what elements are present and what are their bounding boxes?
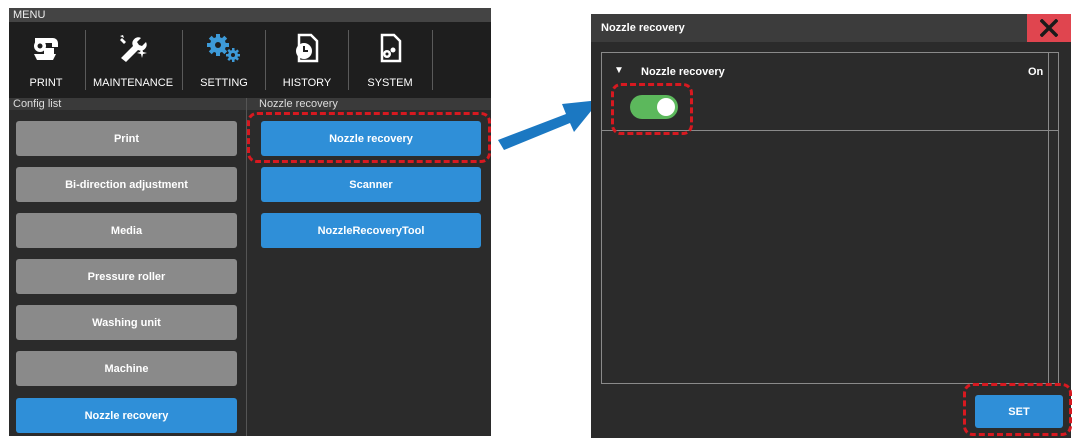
menu-item-setting-label: SETTING <box>200 77 248 89</box>
menu-title: MENU <box>13 9 46 21</box>
system-icon <box>350 30 430 66</box>
menu-item-history-label: HISTORY <box>282 77 332 89</box>
setting-row-state: On <box>1028 66 1044 78</box>
highlight-toggle <box>611 83 693 135</box>
menu-separator <box>265 30 266 90</box>
config-item-media[interactable]: Media <box>16 213 237 248</box>
config-item-bi-direction-adjustment[interactable]: Bi-direction adjustment <box>16 167 237 202</box>
screenshot-stage: MENU PRINT MAINTENANCE SETTING HISTORY S… <box>0 0 1074 438</box>
settings-window: MENU PRINT MAINTENANCE SETTING HISTORY S… <box>9 8 491 436</box>
menu-separator <box>85 30 86 90</box>
close-icon <box>1040 19 1058 37</box>
submenu-item-scanner[interactable]: Scanner <box>261 167 481 202</box>
setting-gears-icon <box>184 30 264 66</box>
dialog-title: Nozzle recovery <box>601 22 685 34</box>
history-icon <box>267 30 347 66</box>
collapse-caret-icon[interactable]: ▼ <box>614 65 624 76</box>
scrollbar-track[interactable] <box>1048 53 1049 383</box>
close-button[interactable] <box>1027 14 1071 42</box>
submenu-header: Nozzle recovery <box>259 98 338 110</box>
menu-item-system[interactable]: SYSTEM <box>350 22 430 98</box>
nozzle-recovery-dialog: Nozzle recovery ▼ Nozzle recovery On SET <box>591 14 1071 438</box>
menu-item-system-label: SYSTEM <box>367 77 413 89</box>
arrow-right-icon <box>498 100 600 150</box>
config-item-washing-unit[interactable]: Washing unit <box>16 305 237 340</box>
print-icon <box>9 30 83 66</box>
menu-item-maintenance[interactable]: MAINTENANCE <box>87 22 179 98</box>
dialog-title-bar: Nozzle recovery <box>591 14 1071 42</box>
config-item-nozzle-recovery[interactable]: Nozzle recovery <box>16 398 237 433</box>
menu-item-maintenance-label: MAINTENANCE <box>92 77 174 89</box>
menu-bar: PRINT MAINTENANCE SETTING HISTORY SYSTEM <box>9 22 491 98</box>
config-item-machine[interactable]: Machine <box>16 351 237 386</box>
config-item-print[interactable]: Print <box>16 121 237 156</box>
menu-item-setting[interactable]: SETTING <box>184 22 264 98</box>
menu-separator <box>432 30 433 90</box>
menu-item-print[interactable]: PRINT <box>9 22 83 98</box>
highlight-set-button <box>963 383 1072 436</box>
submenu-item-nozzlerecoverytool[interactable]: NozzleRecoveryTool <box>261 213 481 248</box>
maintenance-icon <box>87 30 179 66</box>
menu-item-history[interactable]: HISTORY <box>267 22 347 98</box>
menu-separator <box>348 30 349 90</box>
highlight-nozzle-recovery-button <box>247 112 491 163</box>
menu-item-print-label: PRINT <box>29 77 63 89</box>
config-list-header: Config list <box>13 98 62 110</box>
menu-separator <box>182 30 183 90</box>
column-header-row: Config list Nozzle recovery <box>9 98 491 110</box>
menu-strip: MENU <box>9 8 491 22</box>
setting-row-label: Nozzle recovery <box>641 66 725 78</box>
config-item-pressure-roller[interactable]: Pressure roller <box>16 259 237 294</box>
